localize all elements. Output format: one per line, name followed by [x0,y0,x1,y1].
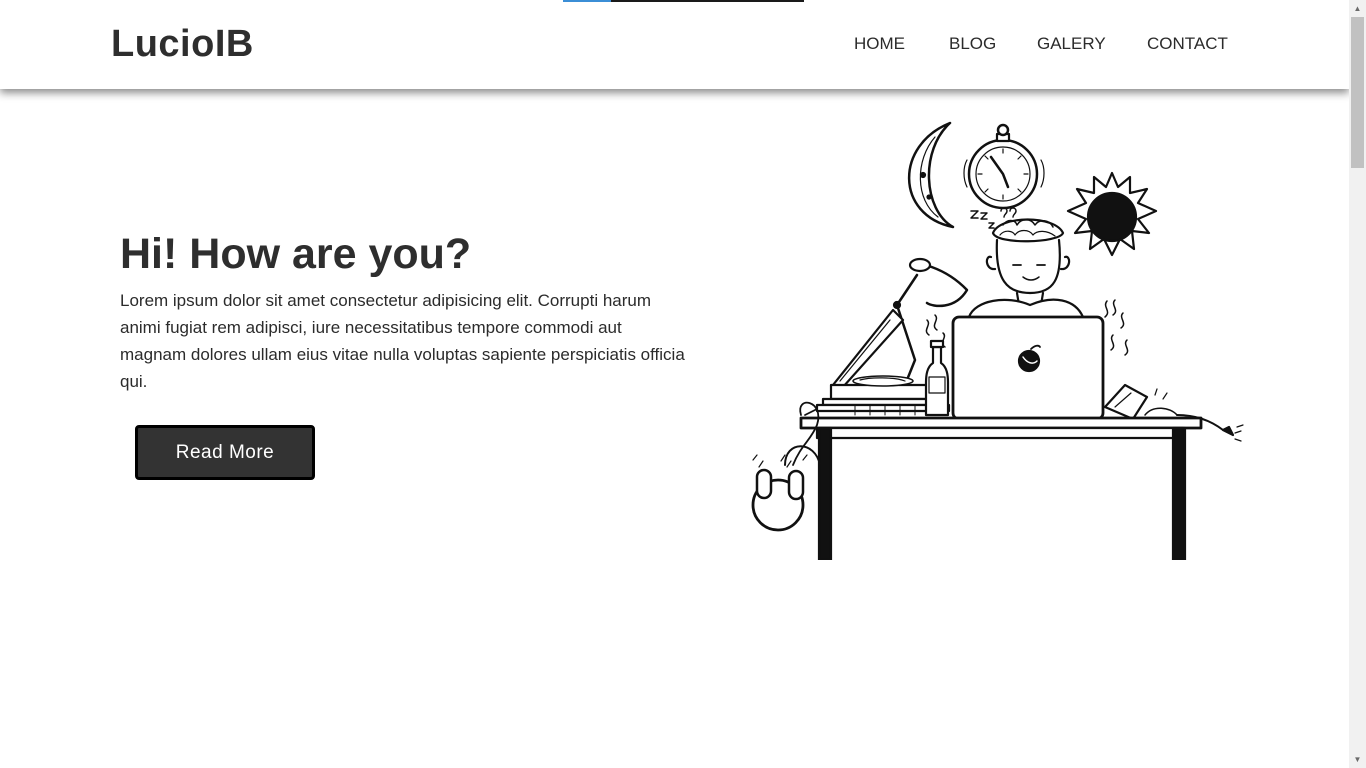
page: LucioIB HOME BLOG GALERY CONTACT Hi! How… [0,0,1349,768]
read-more-button[interactable]: Read More [135,425,315,480]
person [967,218,1085,319]
hero-title: Hi! How are you? [120,230,472,278]
desk [799,416,1203,560]
page-load-progress-fill [563,0,612,2]
person-working-at-laptop-illustration [751,121,1244,560]
sun-icon [1066,171,1158,257]
site-header: LucioIB HOME BLOG GALERY CONTACT [0,0,1349,89]
nav-blog[interactable]: BLOG [949,33,996,55]
stopwatch-icon [963,123,1045,210]
bottle-icon [924,339,950,417]
hero-text: Lorem ipsum dolor sit amet consectetur a… [120,291,685,391]
nav-contact[interactable]: CONTACT [1147,33,1228,55]
nav-home[interactable]: HOME [854,33,905,55]
laptop-icon [951,315,1105,421]
phone-icon [1103,383,1178,421]
vertical-scrollbar[interactable]: ▲ ▼ [1349,0,1366,768]
moon-icon [907,121,955,229]
page-load-progress-bar [563,0,804,2]
triangle-up-icon[interactable]: ▲ [1349,0,1366,17]
main-nav: HOME BLOG GALERY CONTACT [0,33,1349,57]
scrollbar-thumb[interactable] [1351,17,1364,168]
triangle-down-icon[interactable]: ▼ [1349,751,1366,768]
nav-galery[interactable]: GALERY [1037,33,1106,55]
